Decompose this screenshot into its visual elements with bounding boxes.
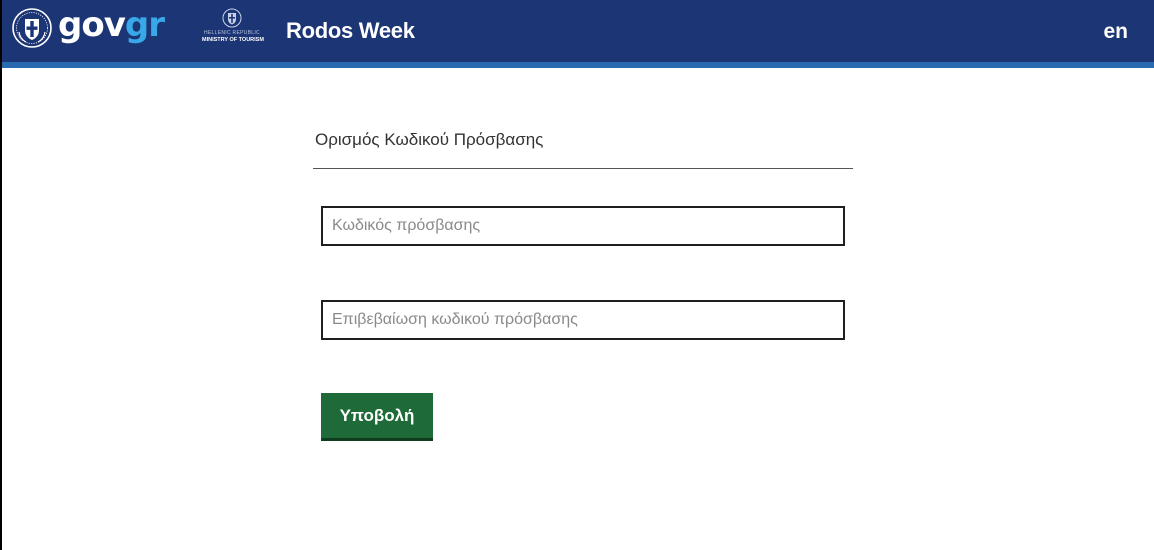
ministry-emblem-icon	[222, 8, 242, 28]
ministry-line2: MINISTRY OF TOURISM	[202, 37, 264, 43]
form-title: Ορισμός Κωδικού Πρόσβασης	[315, 130, 544, 149]
language-switch[interactable]: en	[1103, 17, 1128, 47]
page-frame: govgr HELLENIC REPUBLIC MINISTRY OF TOUR…	[0, 0, 1154, 550]
logo-text-gov: gov	[58, 5, 126, 45]
app-title[interactable]: Rodos Week	[286, 16, 415, 46]
greek-emblem-icon	[12, 8, 52, 48]
ministry-line1: HELLENIC REPUBLIC	[204, 30, 260, 36]
govgr-wordmark: govgr	[58, 5, 165, 45]
set-password-form: Ορισμός Κωδικού Πρόσβασης Υποβολή	[313, 126, 853, 441]
title-divider	[313, 168, 853, 169]
logo-text-gr: gr	[124, 5, 165, 45]
header-accent-stripe	[2, 62, 1154, 68]
govgr-logo[interactable]: govgr	[12, 5, 165, 50]
submit-button[interactable]: Υποβολή	[321, 393, 433, 441]
ministry-of-tourism-logo[interactable]: HELLENIC REPUBLIC MINISTRY OF TOURISM	[202, 8, 264, 54]
confirm-password-input[interactable]	[321, 300, 845, 340]
password-input[interactable]	[321, 206, 845, 246]
top-navigation-bar: govgr HELLENIC REPUBLIC MINISTRY OF TOUR…	[2, 0, 1154, 62]
